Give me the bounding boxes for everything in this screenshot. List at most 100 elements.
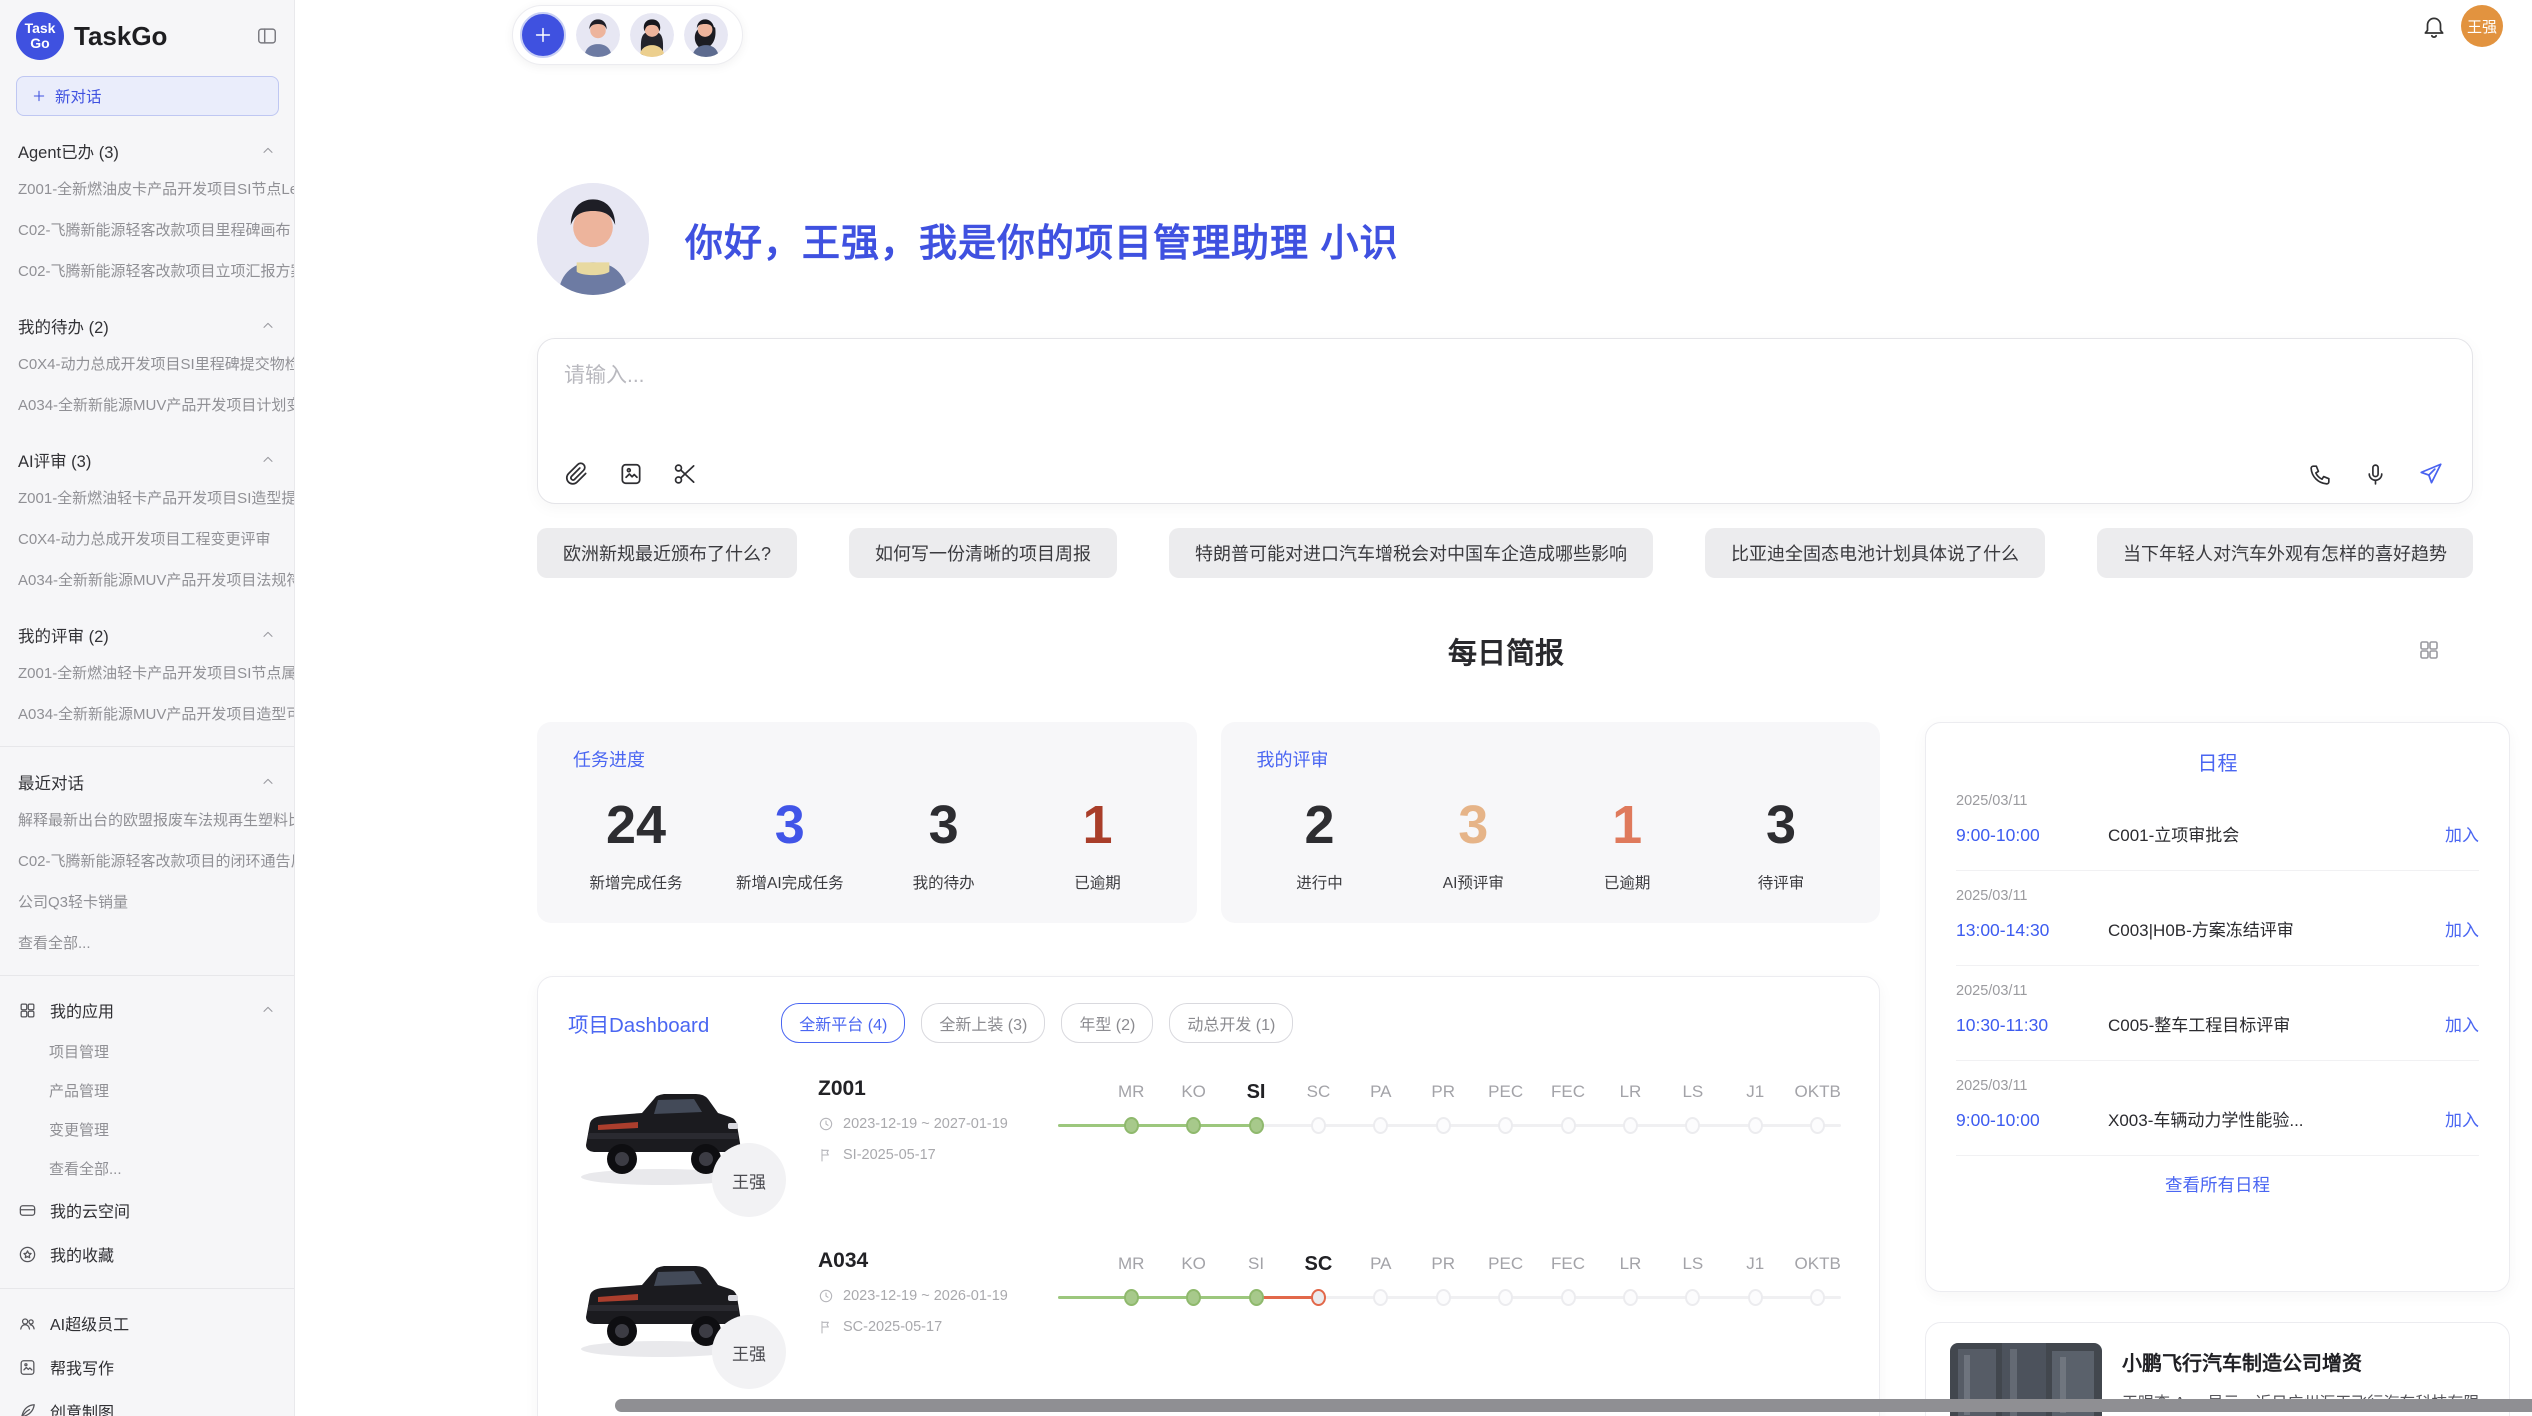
sidebar-item[interactable]: Z001-全新燃油皮卡产品开发项目SI节点Lesson Learn报告	[0, 168, 294, 209]
suggestion-chip[interactable]: 比亚迪全固态电池计划具体说了什么	[1705, 528, 2045, 578]
schedule-item: 2025/03/11 9:00-10:00X003-车辆动力学性能验...加入	[1956, 1061, 2479, 1156]
project-row-z001[interactable]: 王强 Z001 2023-12-19 ~ 2027-01-19 SI-2025-…	[568, 1073, 1849, 1193]
screenshot-scissors-icon[interactable]	[672, 461, 698, 487]
sidebar-item[interactable]: C0X4-动力总成开发项目工程变更评审	[0, 518, 294, 559]
briefing-layout-grid-icon[interactable]	[2417, 638, 2441, 662]
milestone-dot	[1748, 1289, 1763, 1306]
microphone-icon[interactable]	[2363, 462, 2388, 487]
recent-chat-item[interactable]: 公司Q3轻卡销量	[0, 881, 294, 922]
app-title: TaskGo	[74, 21, 167, 52]
chevron-up-icon	[260, 774, 276, 790]
schedule-date: 2025/03/11	[1956, 983, 2479, 999]
sidebar-item[interactable]: Z001-全新燃油轻卡产品开发项目SI节点属性5D文件评审	[0, 652, 294, 693]
sidebar-item[interactable]: C02-飞腾新能源轻客改款项目立项汇报方案	[0, 250, 294, 291]
section-header-ai-review[interactable]: AI评审 (3)	[0, 439, 294, 477]
sidebar-item[interactable]: Z001-全新燃油轻卡产品开发项目SI造型提交物评审	[0, 477, 294, 518]
my-review-card: 我的评审 2进行中 3AI预评审 1已逾期 3待评审	[1221, 722, 1881, 923]
my-apps-header[interactable]: 我的应用	[0, 988, 294, 1032]
milestone: PR	[1412, 1251, 1474, 1365]
view-all-schedule-link[interactable]: 查看所有日程	[1956, 1172, 2479, 1197]
horizontal-scrollbar-thumb[interactable]	[615, 1399, 2532, 1412]
sidebar-item[interactable]: A034-全新新能源MUV产品开发项目法规符合性评审	[0, 559, 294, 600]
recent-view-all[interactable]: 查看全部...	[0, 922, 294, 963]
stat: 3待评审	[1722, 796, 1840, 893]
milestone: PR	[1412, 1079, 1474, 1193]
logo-line1: Task	[25, 21, 56, 36]
user-avatar[interactable]: 王强	[2461, 5, 2503, 47]
milestone-dot	[1311, 1117, 1326, 1134]
milestone: PA	[1350, 1079, 1412, 1193]
dashboard-title: 项目Dashboard	[568, 1008, 709, 1038]
join-meeting-link[interactable]: 加入	[2445, 1011, 2479, 1036]
agent-avatar-3[interactable]	[684, 13, 728, 57]
ai-super-staff[interactable]: AI超级员工	[0, 1301, 294, 1345]
news-title: 小鹏飞行汽车制造公司增资	[2122, 1347, 2485, 1376]
new-chat-label: 新对话	[55, 85, 102, 107]
suggestion-chip[interactable]: 特朗普可能对进口汽车增税会对中国车企造成哪些影响	[1169, 528, 1653, 578]
chat-input[interactable]	[562, 357, 2266, 431]
app-link-change-mgmt[interactable]: 变更管理	[0, 1110, 294, 1149]
tab-new-upfit[interactable]: 全新上装 (3)	[921, 1003, 1045, 1043]
milestone-dot	[1311, 1289, 1326, 1306]
tab-model-year[interactable]: 年型 (2)	[1061, 1003, 1153, 1043]
tab-new-platform[interactable]: 全新平台 (4)	[781, 1003, 905, 1043]
new-chat-button[interactable]: 新对话	[16, 76, 279, 116]
app-link-project-mgmt[interactable]: 项目管理	[0, 1032, 294, 1071]
suggestion-chip[interactable]: 如何写一份清晰的项目周报	[849, 528, 1117, 578]
agent-avatar-1[interactable]	[576, 13, 620, 57]
project-dashboard-card: 项目Dashboard 全新平台 (4) 全新上装 (3) 年型 (2) 动总开…	[537, 976, 1880, 1416]
sidebar-item[interactable]: A034-全新新能源MUV产品开发项目造型可行性评审	[0, 693, 294, 734]
sidebar-collapse-icon[interactable]	[256, 25, 278, 47]
my-favorites[interactable]: 我的收藏	[0, 1232, 294, 1276]
send-icon[interactable]	[2418, 461, 2444, 487]
milestone: LS	[1662, 1079, 1724, 1193]
join-meeting-link[interactable]: 加入	[2445, 821, 2479, 846]
milestone-dot	[1498, 1289, 1513, 1306]
flag-icon	[818, 1147, 834, 1163]
section-header-my-todo[interactable]: 我的待办 (2)	[0, 305, 294, 343]
agent-avatar-2[interactable]	[630, 13, 674, 57]
milestone-dot	[1249, 1117, 1264, 1134]
flag-icon	[818, 1319, 834, 1335]
project-row-a034[interactable]: 王强 A034 2023-12-19 ~ 2026-01-19 SC-2025-…	[568, 1245, 1849, 1365]
my-favorites-label: 我的收藏	[50, 1242, 114, 1266]
join-meeting-link[interactable]: 加入	[2445, 1106, 2479, 1131]
app-link-product-mgmt[interactable]: 产品管理	[0, 1071, 294, 1110]
stat: 24新增完成任务	[577, 796, 695, 893]
schedule-event-title: C001-立项审批会	[2108, 821, 2435, 846]
help-me-write[interactable]: 帮我写作	[0, 1345, 294, 1389]
sidebar-item[interactable]: A034-全新新能源MUV产品开发项目计划变更表编写	[0, 384, 294, 425]
project-dates: 2023-12-19 ~ 2026-01-19	[843, 1288, 1008, 1304]
schedule-date: 2025/03/11	[1956, 793, 2479, 809]
join-meeting-link[interactable]: 加入	[2445, 916, 2479, 941]
greeting-text: 你好，王强，我是你的项目管理助理 小识	[685, 212, 1399, 267]
section-header-recent-chats[interactable]: 最近对话	[0, 761, 294, 799]
my-cloud-space[interactable]: 我的云空间	[0, 1188, 294, 1232]
attach-file-icon[interactable]	[564, 461, 590, 487]
voice-call-icon[interactable]	[2308, 462, 2333, 487]
clock-icon	[818, 1116, 834, 1132]
creative-drawing[interactable]: 创意制图	[0, 1389, 294, 1416]
suggestion-chip[interactable]: 欧洲新规最近颁布了什么?	[537, 528, 797, 578]
milestone-timeline: MR KO SI SC PA PR PEC FEC LR LS J1 OKTB	[1100, 1079, 1849, 1193]
recent-chat-item[interactable]: 解释最新出台的欧盟报废车法规再生塑料比例被调至15%...	[0, 799, 294, 840]
sidebar-item[interactable]: C02-飞腾新能源轻客改款项目里程碑画布	[0, 209, 294, 250]
agent-switcher	[512, 5, 743, 65]
milestone: LS	[1662, 1251, 1724, 1365]
section-header-my-review[interactable]: 我的评审 (2)	[0, 614, 294, 652]
add-agent-button[interactable]	[520, 12, 566, 58]
suggestion-chip[interactable]: 当下年轻人对汽车外观有怎样的喜好趋势	[2097, 528, 2473, 578]
card-title: 任务进度	[573, 746, 1161, 772]
sidebar-item[interactable]: C0X4-动力总成开发项目SI里程碑提交物检查	[0, 343, 294, 384]
insert-image-icon[interactable]	[618, 461, 644, 487]
apps-view-all[interactable]: 查看全部...	[0, 1149, 294, 1188]
tab-powertrain-dev[interactable]: 动总开发 (1)	[1169, 1003, 1293, 1043]
schedule-event-title: C003|H0B-方案冻结评审	[2108, 916, 2435, 941]
milestone-current-overdue: SC	[1287, 1251, 1349, 1365]
milestone-dot	[1561, 1117, 1576, 1134]
notification-bell-icon[interactable]	[2421, 13, 2447, 39]
recent-chat-item[interactable]: C02-飞腾新能源轻客改款项目的闭环通告反馈情况	[0, 840, 294, 881]
section-header-agent-done[interactable]: Agent已办 (3)	[0, 130, 294, 168]
milestone: LR	[1599, 1251, 1661, 1365]
grid-icon	[18, 1001, 37, 1020]
